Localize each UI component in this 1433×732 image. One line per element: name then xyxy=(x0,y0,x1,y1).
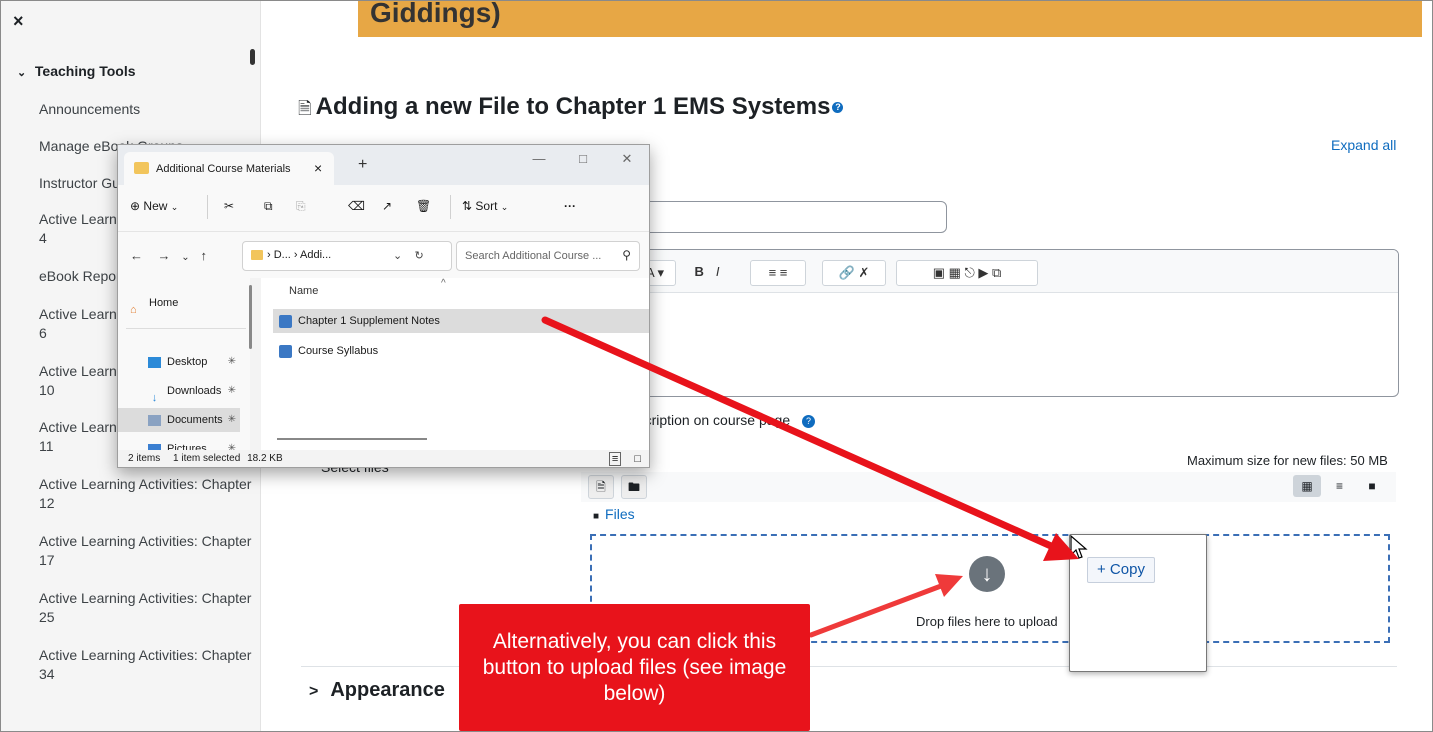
callout-arrow-line xyxy=(808,583,944,638)
drag-arrow-line xyxy=(541,316,1055,550)
callout-text: Alternatively, you can click this button… xyxy=(482,629,787,705)
screenshot-frame: × ⌄ Teaching Tools Announcements Manage … xyxy=(0,0,1433,732)
annotation-callout: Alternatively, you can click this button… xyxy=(459,604,810,731)
